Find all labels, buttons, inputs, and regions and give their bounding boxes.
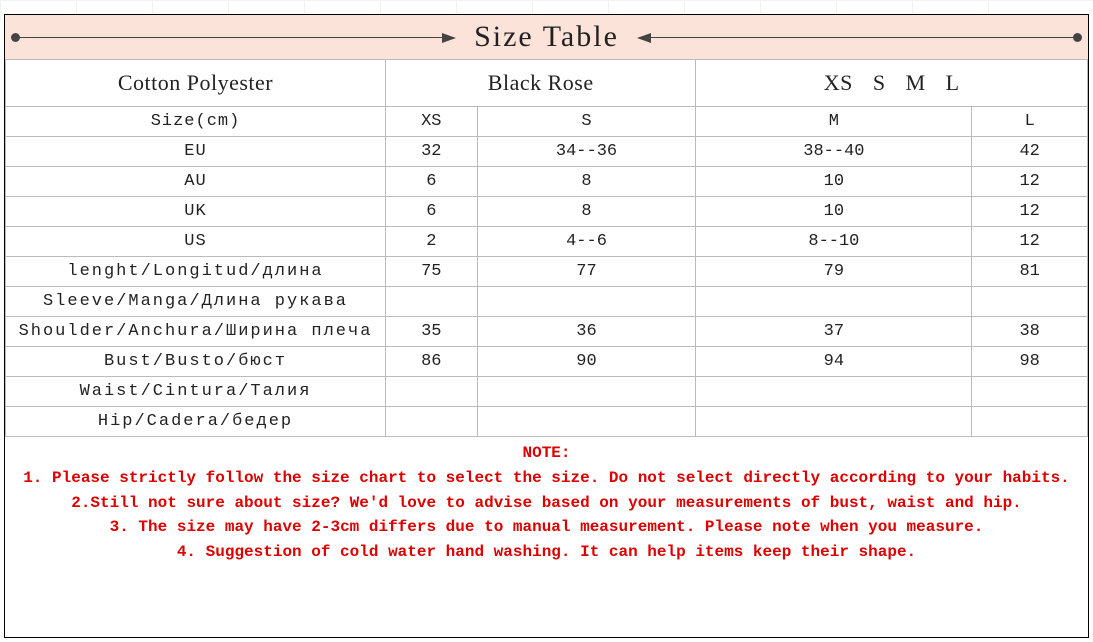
table-row: UK681012 [6, 197, 1088, 227]
cell [696, 407, 972, 437]
cell: 8--10 [696, 227, 972, 257]
cell: 6 [386, 197, 478, 227]
cell [386, 287, 478, 317]
cell: 8 [477, 197, 696, 227]
cell: 10 [696, 167, 972, 197]
cell: 12 [972, 197, 1088, 227]
cell: XS [386, 107, 478, 137]
note-line: 3. The size may have 2-3cm differs due t… [15, 515, 1078, 540]
cell: 35 [386, 317, 478, 347]
decor-line-left [11, 37, 454, 38]
table-row: Waist/Cintura/Талия [6, 377, 1088, 407]
table-row: Sleeve/Manga/Длина рукава [6, 287, 1088, 317]
cell [696, 377, 972, 407]
cell: 36 [477, 317, 696, 347]
header-material: Cotton Polyester [6, 60, 386, 107]
row-label: Waist/Cintura/Талия [6, 377, 386, 407]
cell: 90 [477, 347, 696, 377]
cell [477, 287, 696, 317]
cell [696, 287, 972, 317]
decor-line-right [639, 37, 1082, 38]
cell: 98 [972, 347, 1088, 377]
cell: 34--36 [477, 137, 696, 167]
table-row: US24--68--1012 [6, 227, 1088, 257]
table-row: EU3234--3638--4042 [6, 137, 1088, 167]
table-row: Bust/Busto/бюст86909498 [6, 347, 1088, 377]
size-table: Cotton Polyester Black Rose XS S M L Siz… [5, 59, 1088, 437]
cell [386, 407, 478, 437]
row-label: US [6, 227, 386, 257]
row-label: lenght/Longitud/длина [6, 257, 386, 287]
row-label: Bust/Busto/бюст [6, 347, 386, 377]
table-row: Shoulder/Anchura/Ширина плеча35363738 [6, 317, 1088, 347]
note-line: 4. Suggestion of cold water hand washing… [15, 540, 1078, 565]
cell: 81 [972, 257, 1088, 287]
cell: 77 [477, 257, 696, 287]
size-table-card: Size Table Cotton Polyester Black Rose X… [4, 14, 1089, 638]
cell [386, 377, 478, 407]
note-title: NOTE: [15, 441, 1078, 466]
cell [972, 407, 1088, 437]
cell: S [477, 107, 696, 137]
cell: 12 [972, 227, 1088, 257]
table-row: Hip/Cadera/бедер [6, 407, 1088, 437]
cell: 42 [972, 137, 1088, 167]
cell: 38--40 [696, 137, 972, 167]
cell [972, 377, 1088, 407]
note-block: NOTE: 1. Please strictly follow the size… [5, 437, 1088, 573]
table-row: AU681012 [6, 167, 1088, 197]
note-line: 1. Please strictly follow the size chart… [15, 466, 1078, 491]
cell: 8 [477, 167, 696, 197]
cell: 37 [696, 317, 972, 347]
cell: 38 [972, 317, 1088, 347]
row-label: EU [6, 137, 386, 167]
cell: L [972, 107, 1088, 137]
cell: 94 [696, 347, 972, 377]
cell: 2 [386, 227, 478, 257]
cell: 6 [386, 167, 478, 197]
header-colors: Black Rose [386, 60, 696, 107]
table-row: lenght/Longitud/длина75777981 [6, 257, 1088, 287]
banner: Size Table [5, 15, 1088, 59]
cell: 86 [386, 347, 478, 377]
header-sizes: XS S M L [696, 60, 1088, 107]
cell: 12 [972, 167, 1088, 197]
row-label: Hip/Cadera/бедер [6, 407, 386, 437]
banner-title: Size Table [460, 20, 633, 54]
row-label: Sleeve/Manga/Длина рукава [6, 287, 386, 317]
cell: M [696, 107, 972, 137]
cell: 79 [696, 257, 972, 287]
note-line: 2.Still not sure about size? We'd love t… [15, 491, 1078, 516]
table-row: Size(cm)XSSML [6, 107, 1088, 137]
cell [972, 287, 1088, 317]
cell: 75 [386, 257, 478, 287]
row-label: UK [6, 197, 386, 227]
row-label: Size(cm) [6, 107, 386, 137]
cell: 4--6 [477, 227, 696, 257]
row-label: AU [6, 167, 386, 197]
row-label: Shoulder/Anchura/Ширина плеча [6, 317, 386, 347]
cell [477, 407, 696, 437]
cell: 32 [386, 137, 478, 167]
table-header-row: Cotton Polyester Black Rose XS S M L [6, 60, 1088, 107]
cell [477, 377, 696, 407]
cell: 10 [696, 197, 972, 227]
